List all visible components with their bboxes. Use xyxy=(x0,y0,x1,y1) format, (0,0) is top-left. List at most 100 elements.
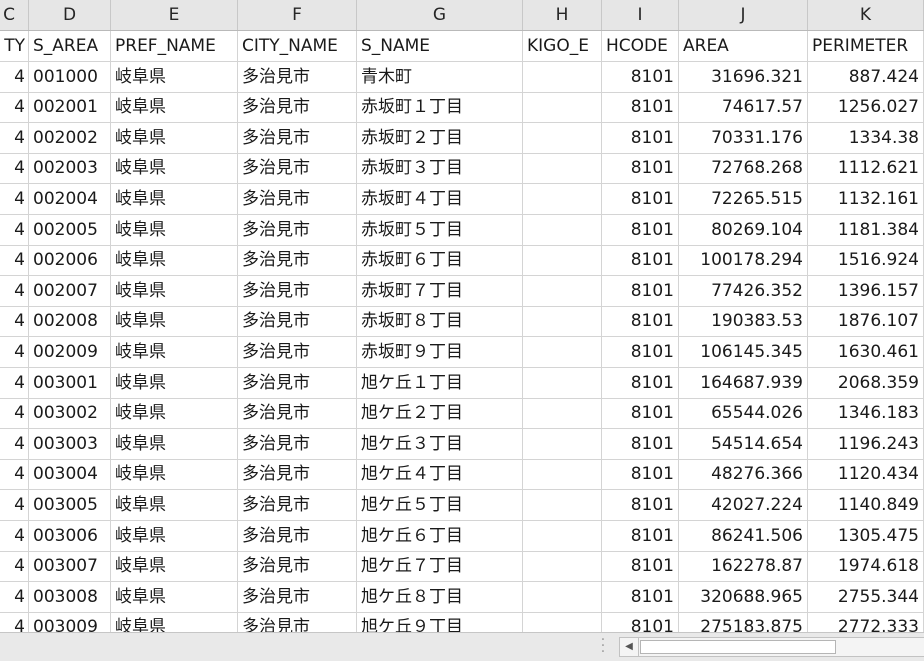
cell[interactable]: 4 xyxy=(0,153,29,184)
cell[interactable]: 赤坂町２丁目 xyxy=(357,122,523,153)
cell[interactable]: 多治見市 xyxy=(238,306,357,337)
cell[interactable]: 8101 xyxy=(602,337,679,367)
cell[interactable]: 2068.359 xyxy=(808,367,924,398)
cell[interactable]: 4 xyxy=(0,520,29,551)
cell[interactable] xyxy=(523,367,602,398)
cell[interactable] xyxy=(523,245,602,276)
cell[interactable]: 赤坂町１丁目 xyxy=(357,92,523,123)
cell[interactable]: 4 xyxy=(0,306,29,337)
cell[interactable]: 8101 xyxy=(602,551,679,582)
cell[interactable] xyxy=(523,551,602,582)
cell[interactable]: 多治見市 xyxy=(238,459,357,490)
cell[interactable]: 4 xyxy=(0,184,29,214)
cell[interactable]: 003002 xyxy=(29,398,111,429)
cell[interactable] xyxy=(523,428,602,459)
cell[interactable]: 旭ケ丘８丁目 xyxy=(357,581,523,612)
cell[interactable]: 8101 xyxy=(602,122,679,153)
cell[interactable]: 31696.321 xyxy=(679,61,808,92)
cell[interactable]: 岐阜県 xyxy=(111,490,238,520)
cell[interactable]: 多治見市 xyxy=(238,398,357,429)
cell[interactable]: 多治見市 xyxy=(238,367,357,398)
cell[interactable]: 旭ケ丘５丁目 xyxy=(357,490,523,520)
column-header-j[interactable]: J xyxy=(679,0,808,30)
cell[interactable]: 002005 xyxy=(29,214,111,245)
cell[interactable]: 1346.183 xyxy=(808,398,924,429)
cell[interactable]: 多治見市 xyxy=(238,92,357,123)
cell[interactable] xyxy=(523,275,602,306)
cell[interactable] xyxy=(523,153,602,184)
cell[interactable]: 4 xyxy=(0,214,29,245)
cell[interactable]: 8101 xyxy=(602,61,679,92)
cell[interactable]: 002008 xyxy=(29,306,111,337)
cell[interactable]: 8101 xyxy=(602,367,679,398)
cell[interactable]: 80269.104 xyxy=(679,214,808,245)
cell[interactable]: 8101 xyxy=(602,612,679,632)
spreadsheet-grid[interactable]: CDEFGHIJK TY S_AREA PREF_NAME CITY_NAME S_NA… xyxy=(0,0,924,632)
cell[interactable]: 1396.157 xyxy=(808,275,924,306)
cell[interactable]: 4 xyxy=(0,275,29,306)
cell[interactable]: 旭ケ丘６丁目 xyxy=(357,520,523,551)
cell[interactable]: 1196.243 xyxy=(808,428,924,459)
cell[interactable]: 多治見市 xyxy=(238,245,357,276)
cell[interactable]: 旭ケ丘３丁目 xyxy=(357,428,523,459)
cell[interactable]: 003008 xyxy=(29,581,111,612)
cell[interactable]: 003009 xyxy=(29,612,111,632)
cell[interactable]: 002007 xyxy=(29,275,111,306)
cell[interactable]: 岐阜県 xyxy=(111,551,238,582)
scrollbar-thumb[interactable] xyxy=(640,640,836,654)
cell[interactable]: 320688.965 xyxy=(679,581,808,612)
horizontal-scrollbar[interactable] xyxy=(639,637,924,657)
cell[interactable]: 岐阜県 xyxy=(111,367,238,398)
cell[interactable]: PERIMETER xyxy=(808,31,924,61)
cell[interactable]: 003006 xyxy=(29,520,111,551)
cell[interactable]: 1140.849 xyxy=(808,490,924,520)
cell[interactable]: 多治見市 xyxy=(238,61,357,92)
cell[interactable]: 70331.176 xyxy=(679,122,808,153)
cell[interactable]: AREA xyxy=(679,31,808,61)
cell[interactable]: 岐阜県 xyxy=(111,275,238,306)
cell[interactable]: 旭ケ丘１丁目 xyxy=(357,367,523,398)
cell[interactable]: 86241.506 xyxy=(679,520,808,551)
cell[interactable]: 2755.344 xyxy=(808,581,924,612)
cell[interactable]: 岐阜県 xyxy=(111,459,238,490)
cell[interactable]: 003004 xyxy=(29,459,111,490)
cell[interactable]: 多治見市 xyxy=(238,275,357,306)
cell[interactable]: S_AREA xyxy=(29,31,111,61)
cell[interactable]: 赤坂町８丁目 xyxy=(357,306,523,337)
cell[interactable]: 青木町 xyxy=(357,61,523,92)
cell[interactable]: 4 xyxy=(0,61,29,92)
cell[interactable]: 赤坂町４丁目 xyxy=(357,184,523,214)
cell[interactable]: 003005 xyxy=(29,490,111,520)
cell[interactable]: 4 xyxy=(0,122,29,153)
cell[interactable]: 8101 xyxy=(602,459,679,490)
cell[interactable]: 岐阜県 xyxy=(111,581,238,612)
cell[interactable]: 8101 xyxy=(602,581,679,612)
split-handle-icon[interactable]: · · · xyxy=(598,633,608,659)
cell[interactable]: 1181.384 xyxy=(808,214,924,245)
cell[interactable] xyxy=(523,612,602,632)
cell[interactable]: 1630.461 xyxy=(808,337,924,367)
cell[interactable]: 多治見市 xyxy=(238,428,357,459)
cell[interactable]: 4 xyxy=(0,581,29,612)
column-header-g[interactable]: G xyxy=(357,0,523,30)
cell[interactable]: 4 xyxy=(0,245,29,276)
cell[interactable]: 8101 xyxy=(602,306,679,337)
cell[interactable]: 8101 xyxy=(602,184,679,214)
cell[interactable]: 8101 xyxy=(602,275,679,306)
cell[interactable]: 岐阜県 xyxy=(111,398,238,429)
cell[interactable]: 多治見市 xyxy=(238,520,357,551)
cell[interactable]: 4 xyxy=(0,612,29,632)
cell[interactable]: 4 xyxy=(0,490,29,520)
column-header-d[interactable]: D xyxy=(29,0,111,30)
cell[interactable]: 多治見市 xyxy=(238,184,357,214)
cell[interactable]: 4 xyxy=(0,551,29,582)
cell[interactable]: 4 xyxy=(0,398,29,429)
cell[interactable]: 赤坂町５丁目 xyxy=(357,214,523,245)
cell[interactable]: 旭ケ丘２丁目 xyxy=(357,398,523,429)
cell[interactable]: 002001 xyxy=(29,92,111,123)
cell[interactable]: 1256.027 xyxy=(808,92,924,123)
cell[interactable]: 74617.57 xyxy=(679,92,808,123)
column-header-f[interactable]: F xyxy=(238,0,357,30)
cell[interactable]: 4 xyxy=(0,428,29,459)
cell[interactable]: KIGO_E xyxy=(523,31,602,61)
